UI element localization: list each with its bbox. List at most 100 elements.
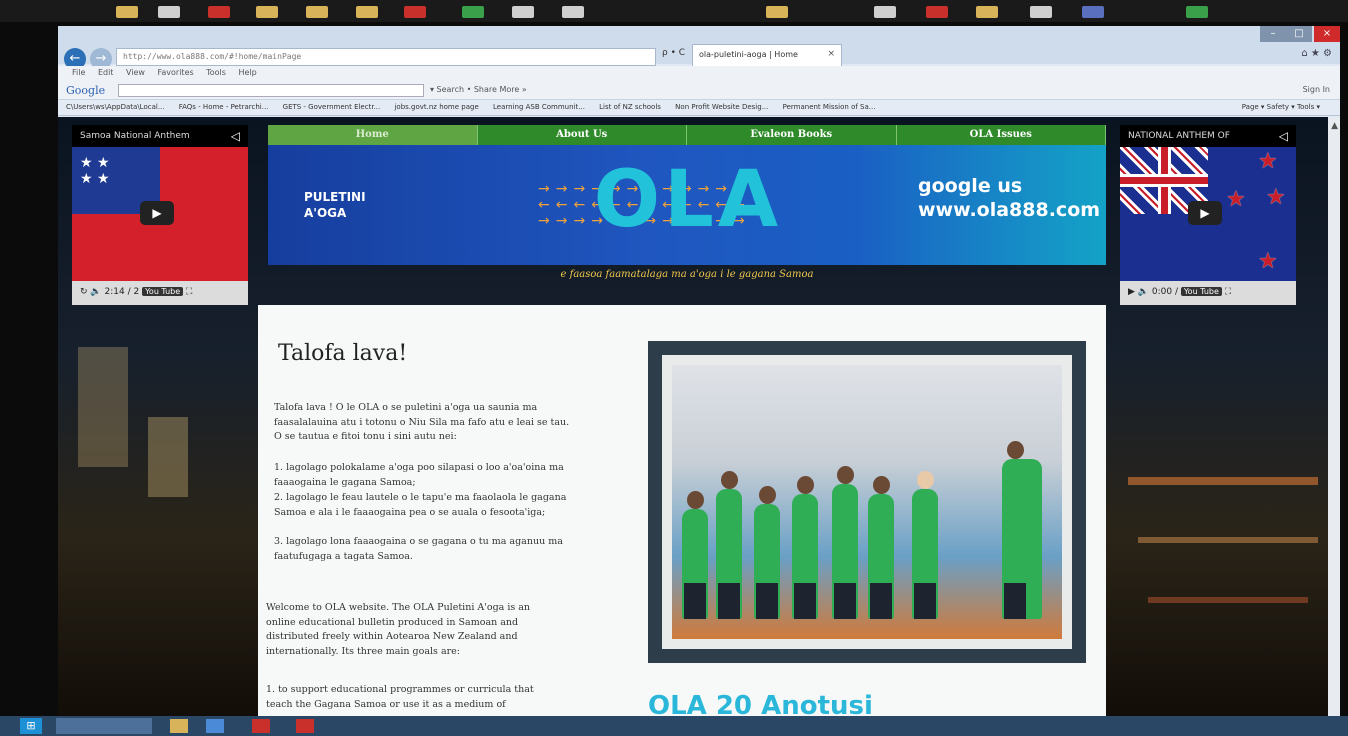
- minimize-button[interactable]: –: [1260, 26, 1286, 42]
- taskbar-folder-icon[interactable]: [170, 719, 188, 733]
- student-figure: [716, 471, 742, 619]
- sign-in-link[interactable]: Sign In: [1303, 85, 1330, 94]
- video-time: 0:00 /: [1151, 287, 1181, 297]
- favorite-link[interactable]: List of NZ schools: [599, 103, 661, 111]
- home-star-gear-icons[interactable]: ⌂ ★ ⚙: [1301, 48, 1332, 59]
- play-icon[interactable]: ▶: [140, 201, 174, 225]
- maximize-button[interactable]: □: [1286, 26, 1312, 42]
- menu-edit[interactable]: Edit: [98, 68, 114, 77]
- nz-anthem-video[interactable]: ★ ★ ★ ★ NATIONAL ANTHEM OF ◁ ▶ ▶ 🔈 0:00 …: [1120, 125, 1296, 305]
- favorite-link[interactable]: FAQs - Home - Petrarchi...: [179, 103, 269, 111]
- city-building-decoration: [78, 347, 128, 467]
- tab-home[interactable]: ola-puletini-aoga | Home ×: [692, 44, 842, 66]
- desktop-app-icon[interactable]: [462, 6, 484, 18]
- favorite-link[interactable]: Learning ASB Communit...: [493, 103, 585, 111]
- main-content: Talofa lava! Talofa lava ! O le OLA o se…: [258, 305, 1106, 716]
- fullscreen-icon[interactable]: ⛶: [1225, 287, 1231, 297]
- web-page: ★ ★ ★ ★ Samoa National Anthem ◁ ▶ ↻ 🔈 2:1…: [58, 117, 1328, 716]
- fullscreen-icon[interactable]: ⛶: [186, 287, 192, 297]
- desktop-top-strip: [0, 0, 1348, 22]
- desktop-folder-icon[interactable]: [356, 6, 378, 18]
- menu-file[interactable]: File: [72, 68, 85, 77]
- desktop-folder-icon[interactable]: [256, 6, 278, 18]
- play-icon[interactable]: ▶: [1188, 201, 1222, 225]
- taskbar-app-icon[interactable]: [252, 719, 270, 733]
- youtube-logo[interactable]: You Tube: [142, 287, 184, 296]
- desktop-app-icon[interactable]: [1186, 6, 1208, 18]
- menu-view[interactable]: View: [126, 68, 145, 77]
- youtube-logo[interactable]: You Tube: [1180, 287, 1222, 296]
- start-button[interactable]: ⊞: [20, 718, 42, 734]
- student-figure: [682, 491, 708, 619]
- tab-close-icon[interactable]: ×: [827, 49, 835, 59]
- samoa-anthem-video[interactable]: ★ ★ ★ ★ Samoa National Anthem ◁ ▶ ↻ 🔈 2:1…: [72, 125, 248, 305]
- video-controls: ↻ 🔈 2:14 / 2 You Tube ⛶: [72, 281, 248, 305]
- favorite-link[interactable]: GETS - Government Electr...: [283, 103, 381, 111]
- banner-left-text: PULETINI A'OGA: [304, 189, 366, 221]
- site-tagline: e faasoa faamatalaga ma a'oga i le gagan…: [560, 269, 814, 280]
- photo-mat: [662, 355, 1072, 649]
- page-title: Talofa lava!: [278, 341, 408, 366]
- taskbar-app-icon[interactable]: [296, 719, 314, 733]
- highway-light-decoration: [1128, 477, 1318, 485]
- desktop-folder-icon[interactable]: [766, 6, 788, 18]
- nav-evaleon-books[interactable]: Evaleon Books: [687, 125, 897, 145]
- browser-window: ← → http://www.ola888.com/#!home/mainPag…: [58, 26, 1340, 716]
- nav-about-us[interactable]: About Us: [477, 125, 687, 145]
- desktop-folder-icon[interactable]: [976, 6, 998, 18]
- share-icon[interactable]: ◁: [231, 129, 240, 143]
- desktop-app-icon[interactable]: [926, 6, 948, 18]
- desktop-folder-icon[interactable]: [116, 6, 138, 18]
- favorite-link[interactable]: C\Users\ws\AppData\Local...: [66, 103, 165, 111]
- site-navigation: Home About Us Evaleon Books OLA Issues: [268, 125, 1106, 145]
- video-title: NATIONAL ANTHEM OF: [1128, 131, 1230, 141]
- student-figure: [912, 471, 938, 619]
- taskbar-ie-button[interactable]: [56, 718, 152, 734]
- command-bar[interactable]: Page ▾ Safety ▾ Tools ▾: [1242, 103, 1320, 111]
- menu-tools[interactable]: Tools: [206, 68, 226, 77]
- share-icon[interactable]: ◁: [1279, 129, 1288, 143]
- desktop-file-icon[interactable]: [1030, 6, 1052, 18]
- volume-icon[interactable]: 🔈: [1138, 287, 1149, 297]
- replay-icon[interactable]: ↻: [80, 287, 88, 297]
- video-controls: ▶ 🔈 0:00 / You Tube ⛶: [1120, 281, 1296, 305]
- address-tools[interactable]: ρ • C: [662, 48, 685, 58]
- google-toolbar: Google ▾ Search • Share More » Sign In: [58, 80, 1340, 100]
- windows-taskbar: ⊞: [0, 716, 1348, 736]
- issue-headline[interactable]: OLA 20 Anotusi: [648, 691, 873, 716]
- desktop-file-icon[interactable]: [874, 6, 896, 18]
- scroll-up-icon[interactable]: ▲: [1331, 121, 1338, 131]
- google-toolbar-tools[interactable]: ▾ Search • Share More »: [430, 85, 527, 94]
- menu-help[interactable]: Help: [238, 68, 256, 77]
- play-icon[interactable]: ▶: [1128, 287, 1135, 297]
- desktop-file-icon[interactable]: [512, 6, 534, 18]
- taskbar-app-icon[interactable]: [206, 719, 224, 733]
- city-building-decoration: [148, 417, 188, 497]
- desktop-folder-icon[interactable]: [306, 6, 328, 18]
- google-search-input[interactable]: [118, 84, 424, 97]
- favorite-link[interactable]: Non Profit Website Desig...: [675, 103, 768, 111]
- favorite-link[interactable]: jobs.govt.nz home page: [394, 103, 478, 111]
- desktop-app-icon[interactable]: [208, 6, 230, 18]
- photo-frame: [648, 341, 1086, 663]
- close-window-button[interactable]: ×: [1314, 26, 1340, 42]
- desktop-app-icon[interactable]: [1082, 6, 1104, 18]
- volume-icon[interactable]: 🔈: [90, 287, 101, 297]
- students-photo: [672, 365, 1062, 639]
- address-bar[interactable]: http://www.ola888.com/#!home/mainPage: [116, 48, 656, 66]
- vertical-scrollbar[interactable]: ▲: [1328, 117, 1340, 716]
- menu-favorites[interactable]: Favorites: [158, 68, 194, 77]
- desktop-file-icon[interactable]: [158, 6, 180, 18]
- student-figure: [868, 476, 894, 619]
- nav-home[interactable]: Home: [268, 125, 478, 145]
- desktop-pdf-icon[interactable]: [404, 6, 426, 18]
- student-figure: [1002, 441, 1042, 619]
- nav-ola-issues[interactable]: OLA Issues: [896, 125, 1106, 145]
- goal-paragraph: 2. lagolago le feau lautele o le tapu'e …: [274, 492, 567, 518]
- banner-line: PULETINI: [304, 190, 366, 204]
- menu-bar: File Edit View Favorites Tools Help: [58, 66, 1340, 80]
- desktop-file-icon[interactable]: [562, 6, 584, 18]
- star-icon: ★: [1226, 187, 1246, 212]
- favorite-link[interactable]: Permanent Mission of Sa...: [783, 103, 876, 111]
- highway-light-decoration: [1138, 537, 1318, 543]
